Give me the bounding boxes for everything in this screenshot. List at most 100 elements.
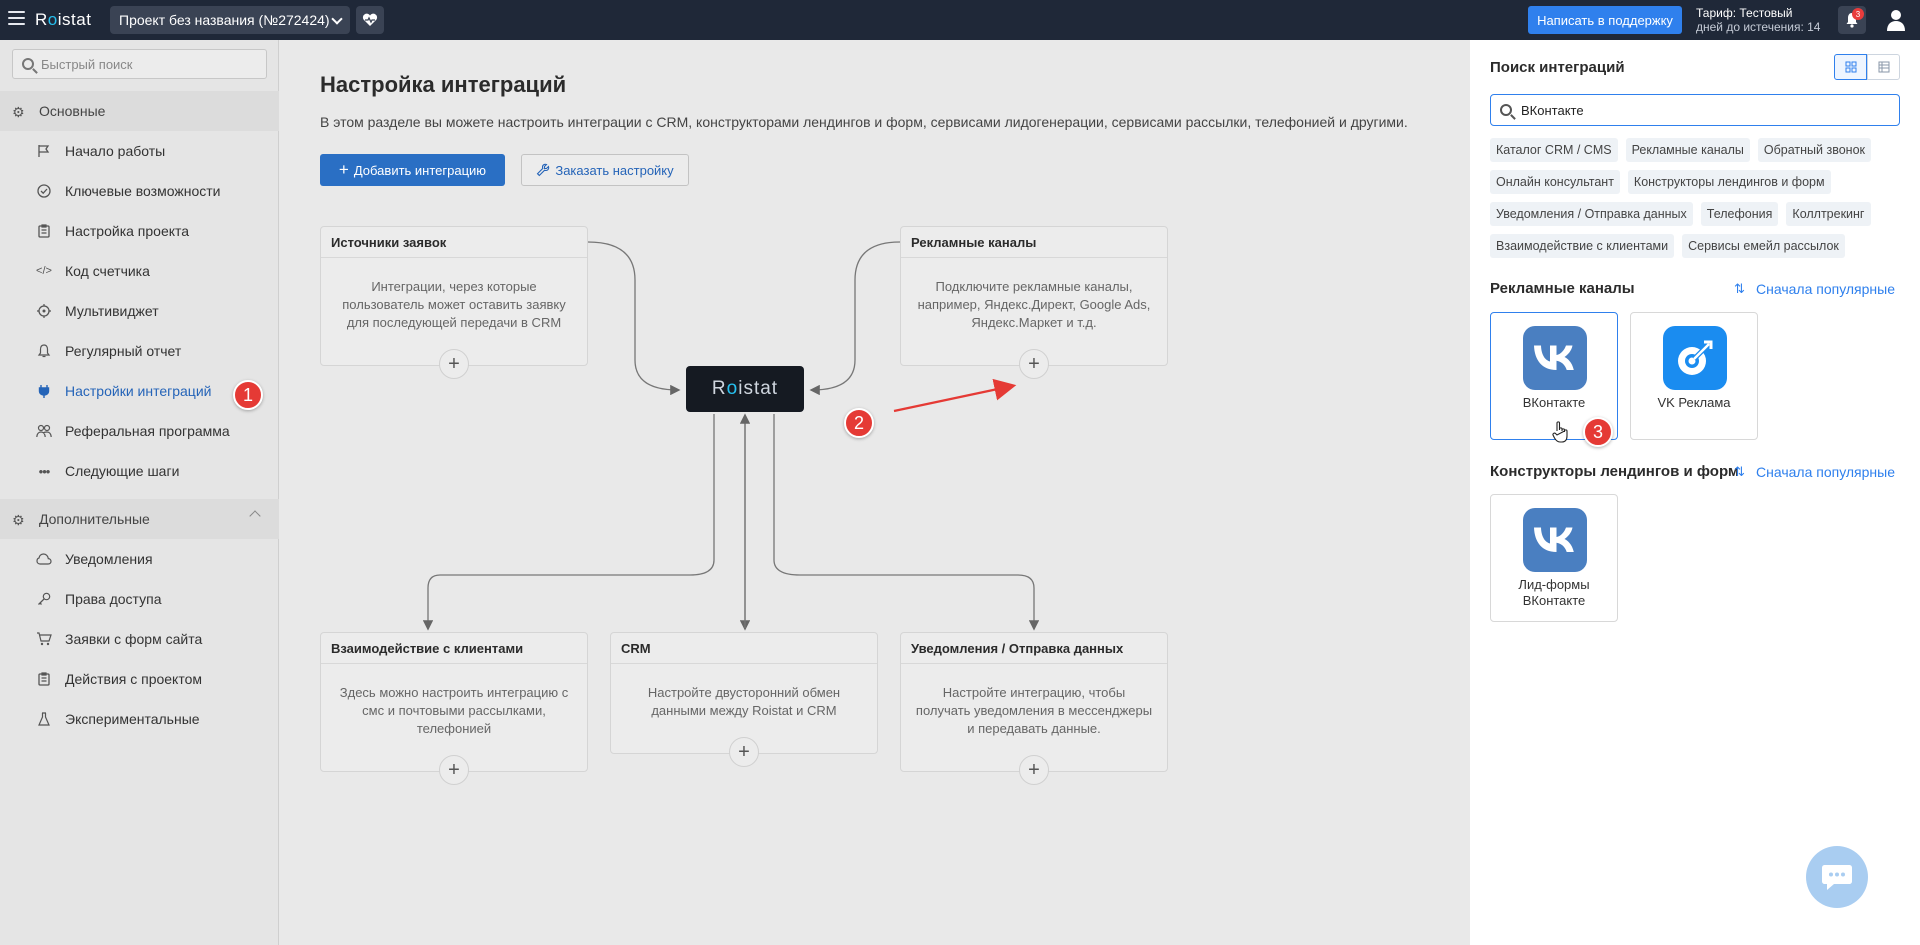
hand-cursor-icon bbox=[1552, 421, 1568, 443]
bell-icon bbox=[36, 343, 52, 359]
sidebar-item-counter-code[interactable]: </> Код счетчика bbox=[0, 251, 279, 291]
sidebar-item-project-actions[interactable]: Действия с проектом bbox=[0, 659, 279, 699]
sidebar-item-label: Начало работы bbox=[65, 143, 166, 159]
add-client-integration-button[interactable]: + bbox=[439, 755, 469, 785]
tariff-days-left: дней до истечения: 14 bbox=[1696, 20, 1821, 34]
section-extra[interactable]: ⚙ Дополнительные bbox=[0, 499, 279, 539]
list-view-button[interactable] bbox=[1867, 54, 1900, 80]
sort-icon: ⇅ bbox=[1734, 281, 1745, 296]
add-crm-button[interactable]: + bbox=[729, 737, 759, 767]
integration-search-value: ВКонтакте bbox=[1521, 102, 1584, 118]
tag-ad-channels[interactable]: Рекламные каналы bbox=[1625, 138, 1750, 162]
sidebar-item-features[interactable]: Ключевые возможности bbox=[0, 171, 279, 211]
project-select[interactable]: Проект без названия (№272424) bbox=[110, 6, 350, 34]
sidebar-item-experimental[interactable]: Экспериментальные bbox=[0, 699, 279, 739]
sidebar-item-form-requests[interactable]: Заявки с форм сайта bbox=[0, 619, 279, 659]
main-content: Настройка интеграций В этом разделе вы м… bbox=[280, 40, 1470, 945]
add-source-button[interactable]: + bbox=[439, 349, 469, 379]
tag-email-services[interactable]: Сервисы емейл рассылок bbox=[1682, 234, 1845, 258]
tag-calltracking[interactable]: Коллтрекинг bbox=[1786, 202, 1871, 226]
tag-notifications[interactable]: Уведомления / Отправка данных bbox=[1490, 202, 1693, 226]
sidebar-item-notifications[interactable]: Уведомления bbox=[0, 539, 279, 579]
flag-icon bbox=[36, 143, 52, 159]
sidebar-item-access[interactable]: Права доступа bbox=[0, 579, 279, 619]
notifications-button[interactable]: 3 bbox=[1838, 6, 1866, 34]
sort-label: Сначала популярные bbox=[1756, 464, 1896, 480]
section-builders-title: Конструкторы лендингов и форм bbox=[1490, 463, 1740, 480]
card-title: Уведомления / Отправка данных bbox=[901, 633, 1167, 664]
tag-telephony[interactable]: Телефония bbox=[1700, 202, 1779, 226]
integration-card-vk-ads[interactable]: VK Реклама bbox=[1630, 312, 1758, 440]
quick-search-input[interactable]: Быстрый поиск bbox=[12, 49, 267, 79]
search-icon bbox=[22, 58, 34, 70]
card-title: Источники заявок bbox=[321, 227, 587, 258]
tag-callback[interactable]: Обратный звонок bbox=[1757, 138, 1872, 162]
sidebar-item-multiwidget[interactable]: Мультивиджет bbox=[0, 291, 279, 331]
section-main[interactable]: ⚙ Основные bbox=[0, 91, 279, 131]
section-extra-label: Дополнительные bbox=[39, 511, 150, 527]
logo[interactable]: Roistat bbox=[35, 10, 91, 30]
integration-card-label: Лид-формы ВКонтакте bbox=[1518, 577, 1590, 608]
sidebar-item-start[interactable]: Начало работы bbox=[0, 131, 279, 171]
sort-icon: ⇅ bbox=[1734, 464, 1745, 479]
quick-search-placeholder: Быстрый поиск bbox=[41, 56, 133, 72]
key-icon bbox=[36, 591, 52, 607]
vk-logo-icon bbox=[1523, 508, 1587, 572]
sidebar-item-label: Экспериментальные bbox=[65, 711, 200, 727]
project-select-label: Проект без названия (№272424) bbox=[119, 12, 330, 28]
flask-icon bbox=[36, 711, 52, 727]
sort-popular-link[interactable]: ⇅ Сначала популярные bbox=[1734, 281, 1895, 297]
support-button[interactable]: Написать в поддержку bbox=[1528, 6, 1682, 34]
dots-icon: ••• bbox=[38, 463, 51, 479]
sidebar-item-referral[interactable]: Реферальная программа bbox=[0, 411, 279, 451]
chevron-down-icon bbox=[331, 13, 343, 25]
add-notification-button[interactable]: + bbox=[1019, 755, 1049, 785]
card-title: Рекламные каналы bbox=[901, 227, 1167, 258]
card-description: Настройте двусторонний обмен данными меж… bbox=[647, 685, 841, 718]
tag-client-interaction[interactable]: Взаимодействие с клиентами bbox=[1490, 234, 1675, 258]
section-ad-channels-title: Рекламные каналы bbox=[1490, 280, 1635, 297]
sidebar-item-regular-report[interactable]: Регулярный отчет bbox=[0, 331, 279, 371]
cart-icon bbox=[36, 631, 52, 647]
card-description: Настройте интеграцию, чтобы получать уве… bbox=[915, 685, 1153, 736]
tariff-info[interactable]: Тариф: Тестовый дней до истечения: 14 bbox=[1696, 6, 1820, 34]
card-title: Взаимодействие с клиентами bbox=[321, 633, 587, 664]
integration-card-label: VK Реклама bbox=[1657, 395, 1731, 410]
integration-card-label: ВКонтакте bbox=[1522, 395, 1586, 410]
list-icon bbox=[1878, 61, 1889, 73]
category-tags: Каталог CRM / CMS Рекламные каналы Обрат… bbox=[1490, 138, 1905, 258]
tag-online-consultant[interactable]: Онлайн консультант bbox=[1490, 170, 1620, 194]
sidebar-item-label: Ключевые возможности bbox=[65, 183, 221, 199]
top-bar: Roistat Проект без названия (№272424) На… bbox=[0, 0, 1920, 40]
chevron-up-icon bbox=[249, 510, 261, 522]
user-icon[interactable] bbox=[1884, 8, 1908, 32]
integration-card-vk-lead-forms[interactable]: Лид-формы ВКонтакте bbox=[1490, 494, 1618, 622]
section-main-label: Основные bbox=[39, 103, 106, 119]
gear-icon: ⚙ bbox=[12, 104, 25, 120]
sidebar-item-project-settings[interactable]: Настройка проекта bbox=[0, 211, 279, 251]
card-description: Интеграции, через которые пользователь м… bbox=[342, 279, 566, 330]
sort-popular-link[interactable]: ⇅ Сначала популярные bbox=[1734, 464, 1895, 480]
clipboard-icon bbox=[36, 671, 52, 687]
menu-icon[interactable] bbox=[8, 11, 25, 25]
roistat-hub: Ro istat bbox=[686, 366, 804, 412]
notifications-badge: 3 bbox=[1852, 8, 1864, 20]
integration-search-input[interactable]: ВКонтакте bbox=[1490, 94, 1900, 126]
chat-button[interactable] bbox=[1806, 846, 1868, 908]
heart-pulse-icon[interactable] bbox=[356, 6, 384, 34]
grid-view-button[interactable] bbox=[1834, 54, 1867, 80]
add-ad-channel-button[interactable]: + bbox=[1019, 349, 1049, 379]
sort-label: Сначала популярные bbox=[1756, 281, 1896, 297]
sidebar-item-next-steps[interactable]: ••• Следующие шаги bbox=[0, 451, 279, 491]
search-icon bbox=[1500, 104, 1512, 116]
sidebar-item-label: Реферальная программа bbox=[65, 423, 230, 439]
vk-ads-logo-icon bbox=[1663, 326, 1727, 390]
tag-crm-catalog[interactable]: Каталог CRM / CMS bbox=[1490, 138, 1618, 162]
step-marker-2: 2 bbox=[844, 408, 874, 438]
plug-icon bbox=[36, 383, 52, 399]
tag-landing-builders[interactable]: Конструкторы лендингов и форм bbox=[1627, 170, 1831, 194]
sidebar-item-label: Действия с проектом bbox=[65, 671, 203, 687]
grid-icon bbox=[1845, 61, 1856, 73]
code-icon: </> bbox=[36, 265, 52, 277]
sidebar-item-label: Мультивиджет bbox=[65, 303, 159, 319]
